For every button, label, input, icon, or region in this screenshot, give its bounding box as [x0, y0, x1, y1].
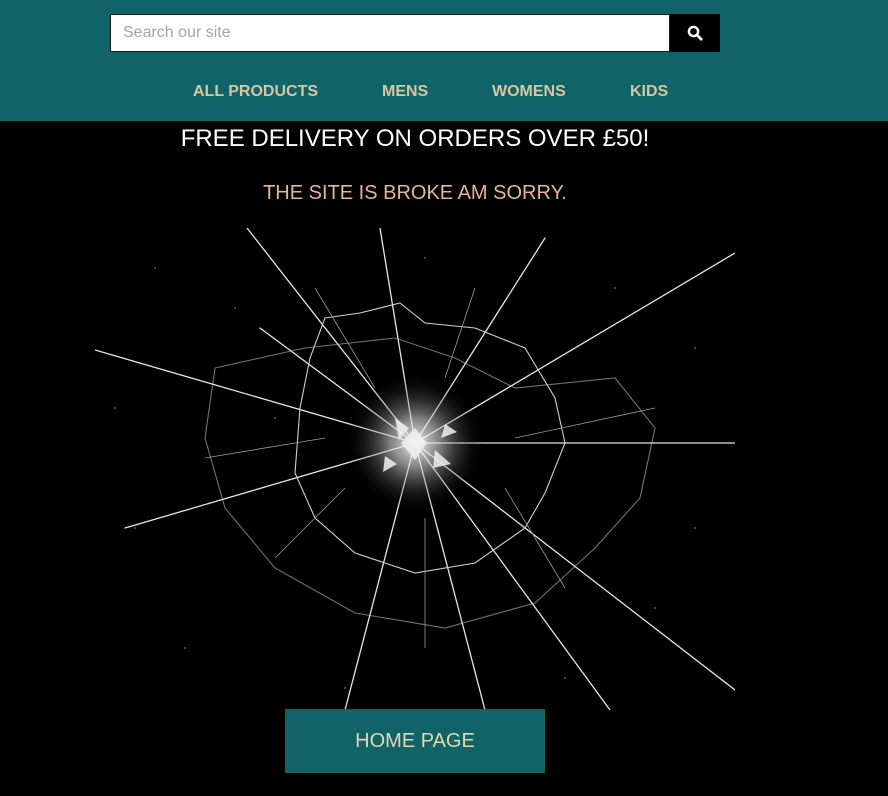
nav-item-kids[interactable]: KIDS — [630, 80, 668, 104]
shattered-glass-image — [94, 227, 736, 711]
main-nav: ALL PRODUCTS MENS WOMENS KIDS — [0, 80, 888, 104]
search-button[interactable] — [670, 14, 720, 52]
site-header: ALL PRODUCTS MENS WOMENS KIDS — [0, 0, 888, 121]
nav-item-all-products[interactable]: ALL PRODUCTS — [193, 80, 318, 104]
search-bar — [110, 14, 720, 52]
error-message: THE SITE IS BROKE AM SORRY. — [263, 182, 567, 204]
home-page-button[interactable]: HOME PAGE — [285, 709, 545, 773]
search-icon — [687, 25, 703, 41]
shattered-glass-icon — [94, 227, 736, 711]
free-delivery-banner: FREE DELIVERY ON ORDERS OVER £50! — [180, 125, 650, 152]
nav-item-womens[interactable]: WOMENS — [492, 80, 566, 104]
search-input[interactable] — [110, 14, 670, 52]
nav-item-mens[interactable]: MENS — [382, 80, 428, 104]
